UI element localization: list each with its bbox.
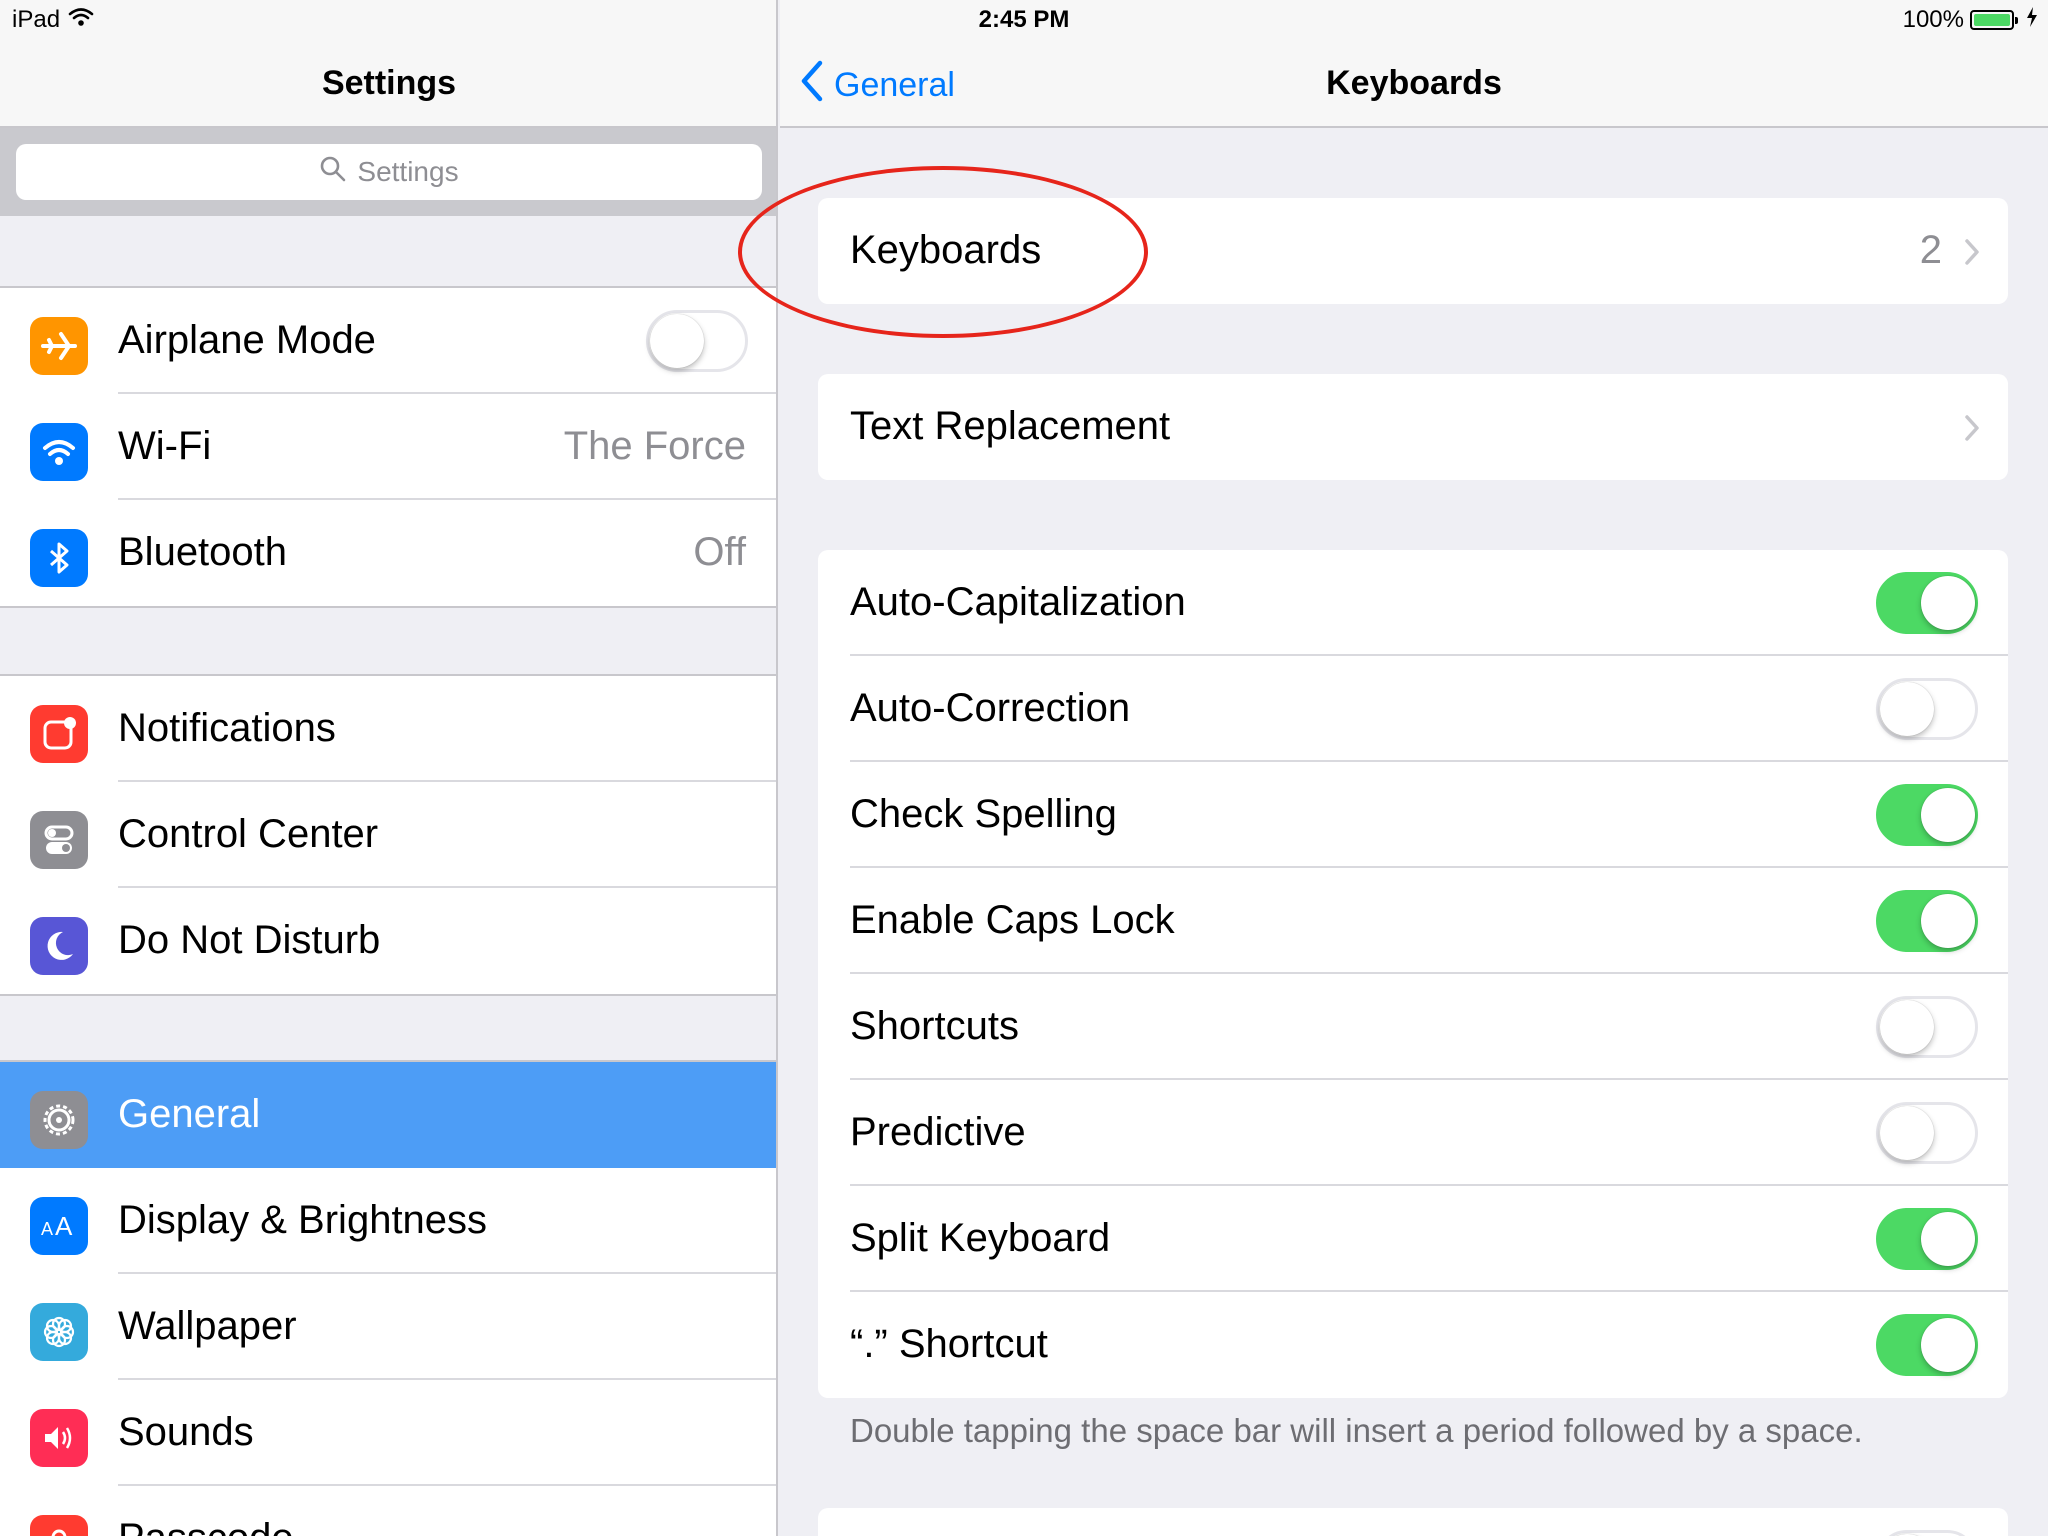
text-replacement-label: Text Replacement [850,404,1171,448]
sidebar-item-label: Wallpaper [118,1304,297,1348]
sidebar-item-label: Do Not Disturb [118,918,381,962]
toggle-row-label: Shortcuts [850,1004,1019,1048]
period-shortcut-toggle[interactable] [1876,1314,1978,1376]
sidebar-item-general[interactable]: General [0,1062,776,1168]
sidebar-item-label: Display & Brightness [118,1198,488,1242]
period-shortcut-row: “.” Shortcut [818,1292,2008,1398]
sidebar-item-passcode[interactable]: Passcode [0,1486,776,1536]
bluetooth-icon [30,529,88,587]
search-bar-area: Settings [0,128,776,216]
sidebar-item-label: General [118,1092,261,1136]
sidebar-group-general: General AA Display & Brightness Wallpape… [0,1060,776,1536]
svg-text:A: A [41,1219,53,1239]
toggle-row-label: Auto-Correction [850,686,1131,730]
next-settings-group [818,1508,2008,1536]
auto-correction-toggle[interactable] [1876,678,1978,740]
sidebar-item-label: Control Center [118,812,379,856]
toggle-row-label: “.” Shortcut [850,1322,1048,1366]
search-input[interactable]: Settings [16,144,762,200]
display-icon: AA [30,1197,88,1255]
toggle-row-label: Auto-Capitalization [850,580,1186,624]
sidebar-item-notifications[interactable]: Notifications [0,676,776,782]
predictive-row: Predictive [818,1080,2008,1186]
auto-capitalization-row: Auto-Capitalization [818,550,2008,656]
keyboards-group: Keyboards 2 [818,198,2008,304]
auto-correction-row: Auto-Correction [818,656,2008,762]
status-bar: iPad 2:45 PM 100% [0,0,2048,40]
enable-caps-lock-row: Enable Caps Lock [818,868,2008,974]
search-placeholder: Settings [357,156,459,187]
sidebar-item-bluetooth[interactable]: Bluetooth Off [0,500,776,606]
battery-percent: 100% [1902,6,1964,33]
gear-icon [30,1091,88,1149]
auto-capitalization-toggle[interactable] [1876,572,1978,634]
split-keyboard-toggle[interactable] [1876,1208,1978,1270]
enable-caps-lock-toggle[interactable] [1876,890,1978,952]
status-time: 2:45 PM [978,6,1070,33]
settings-sidebar: Settings Settings Airplane Mode Wi-Fi Th… [0,0,778,1536]
period-shortcut-footnote: Double tapping the space bar will insert… [850,1412,1863,1449]
lock-icon [30,1515,88,1536]
moon-icon [30,917,88,975]
keyboards-row[interactable]: Keyboards 2 [818,198,2008,304]
partial-toggle[interactable] [1876,1530,1978,1536]
sidebar-item-display-brightness[interactable]: AA Display & Brightness [0,1168,776,1274]
chevron-right-icon [1964,238,1980,271]
sidebar-group-connectivity: Airplane Mode Wi-Fi The Force Bluetooth … [0,286,776,608]
wallpaper-icon [30,1303,88,1361]
shortcuts-row: Shortcuts [818,974,2008,1080]
sidebar-item-wallpaper[interactable]: Wallpaper [0,1274,776,1380]
speaker-icon [30,1409,88,1467]
toggle-row-label: Enable Caps Lock [850,898,1175,942]
svg-text:A: A [55,1211,73,1241]
text-replacement-group: Text Replacement [818,374,2008,480]
sidebar-item-label: Passcode [118,1516,294,1536]
check-spelling-toggle[interactable] [1876,784,1978,846]
control-center-icon [30,811,88,869]
check-spelling-row: Check Spelling [818,762,2008,868]
sidebar-item-label: Notifications [118,706,336,750]
page-title: Keyboards [1326,64,1502,102]
keyboard-options-group: Auto-Capitalization Auto-Correction Chec… [818,550,2008,1398]
sidebar-item-label: Airplane Mode [118,318,376,362]
sidebar-item-control-center[interactable]: Control Center [0,782,776,888]
notifications-icon [30,705,88,763]
sidebar-item-do-not-disturb[interactable]: Do Not Disturb [0,888,776,994]
toggle-row-label: Check Spelling [850,792,1117,836]
bluetooth-status-value: Off [693,530,746,574]
predictive-toggle[interactable] [1876,1102,1978,1164]
keyboards-count: 2 [1919,228,1942,272]
sidebar-title: Settings [321,64,457,102]
charging-bolt-icon [2026,6,2038,34]
sidebar-item-label: Bluetooth [118,530,288,574]
sidebar-item-sounds[interactable]: Sounds [0,1380,776,1486]
text-replacement-row[interactable]: Text Replacement [818,374,2008,480]
sidebar-item-label: Wi-Fi [118,424,212,468]
sidebar-item-airplane-mode[interactable]: Airplane Mode [0,288,776,394]
keyboards-label: Keyboards [850,228,1042,272]
battery-icon [1970,10,2018,30]
toggle-row-label: Predictive [850,1110,1026,1154]
toggle-row-label: Split Keyboard [850,1216,1111,1260]
search-icon [319,155,347,190]
chevron-right-icon [1964,414,1980,447]
wifi-icon [30,423,88,481]
airplane-icon [30,317,88,375]
shortcuts-toggle[interactable] [1876,996,1978,1058]
sidebar-item-label: Sounds [118,1410,254,1454]
wifi-network-value: The Force [563,424,746,468]
airplane-mode-toggle[interactable] [646,310,748,372]
sidebar-group-notifications: Notifications Control Center Do Not Dist… [0,674,776,996]
sidebar-item-wifi[interactable]: Wi-Fi The Force [0,394,776,500]
split-keyboard-row: Split Keyboard [818,1186,2008,1292]
